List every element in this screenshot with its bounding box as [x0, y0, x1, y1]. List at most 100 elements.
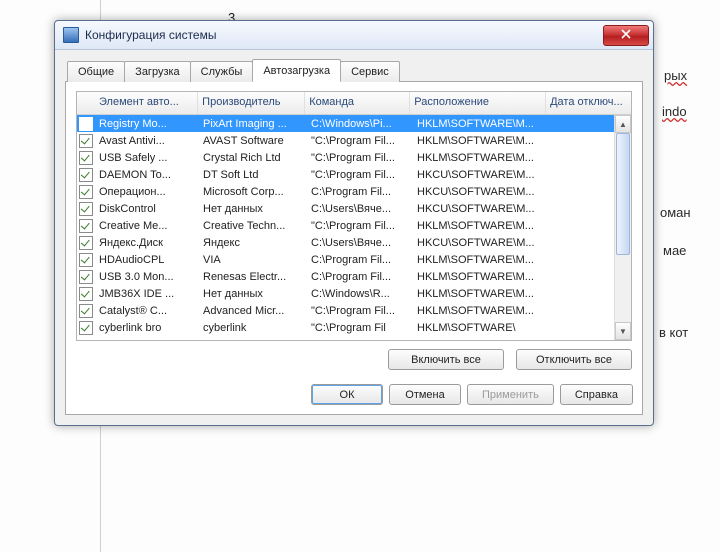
cell-command: C:\Users\Вяче... [307, 203, 413, 215]
col-command[interactable]: Команда [305, 92, 410, 114]
cell-command: "C:\Program Fil... [307, 220, 413, 232]
vertical-scrollbar[interactable]: ▲ ▼ [614, 115, 631, 340]
cell-command: "C:\Program Fil... [307, 305, 413, 317]
help-button[interactable]: Справка [560, 384, 633, 405]
table-row[interactable]: Операцион...Microsoft Corp...C:\Program … [77, 183, 614, 200]
row-checkbox[interactable] [79, 202, 93, 216]
cell-vendor: AVAST Software [199, 135, 307, 147]
cell-location: HKLM\SOFTWARE\M... [413, 135, 551, 147]
cell-element: DiskControl [95, 203, 199, 215]
scroll-thumb[interactable] [616, 133, 630, 255]
cell-location: HKLM\SOFTWARE\M... [413, 118, 551, 130]
table-row[interactable]: cyberlink brocyberlink"C:\Program FilHKL… [77, 319, 614, 336]
cell-command: C:\Windows\Pi... [307, 118, 413, 130]
enable-all-button[interactable]: Включить все [388, 349, 504, 370]
cell-element: USB Safely ... [95, 152, 199, 164]
cell-element: Catalyst® C... [95, 305, 199, 317]
cell-location: HKCU\SOFTWARE\M... [413, 203, 551, 215]
cell-location: HKCU\SOFTWARE\M... [413, 237, 551, 249]
cell-element: Avast Antivi... [95, 135, 199, 147]
col-disabled[interactable]: Дата отключ... [546, 92, 631, 114]
row-checkbox[interactable] [79, 168, 93, 182]
cell-command: C:\Program Fil... [307, 186, 413, 198]
ok-button[interactable]: ОК [311, 384, 383, 405]
cell-location: HKLM\SOFTWARE\M... [413, 254, 551, 266]
bg-text-fragment: мае [663, 243, 686, 258]
cell-element: Registry Mo... [95, 118, 199, 130]
cell-vendor: VIA [199, 254, 307, 266]
cell-command: "C:\Program Fil... [307, 135, 413, 147]
scroll-track[interactable] [615, 133, 631, 322]
row-checkbox[interactable] [79, 253, 93, 267]
row-checkbox[interactable] [79, 321, 93, 335]
cell-location: HKCU\SOFTWARE\M... [413, 186, 551, 198]
close-button[interactable] [603, 25, 649, 46]
col-element[interactable]: Элемент авто... [95, 92, 198, 114]
tab-startup[interactable]: Автозагрузка [252, 59, 341, 82]
table-row[interactable]: HDAudioCPLVIAC:\Program Fil...HKLM\SOFTW… [77, 251, 614, 268]
startup-listview[interactable]: Элемент авто... Производитель Команда Ра… [76, 91, 632, 341]
cancel-button[interactable]: Отмена [389, 384, 461, 405]
table-row[interactable]: Catalyst® C...Advanced Micr..."C:\Progra… [77, 302, 614, 319]
tab-services[interactable]: Службы [190, 61, 254, 82]
table-row[interactable]: Creative Me...Creative Techn..."C:\Progr… [77, 217, 614, 234]
row-checkbox[interactable] [79, 304, 93, 318]
row-checkbox[interactable] [79, 151, 93, 165]
row-checkbox[interactable] [79, 287, 93, 301]
cell-vendor: Advanced Micr... [199, 305, 307, 317]
tab-boot[interactable]: Загрузка [124, 61, 190, 82]
cell-location: HKLM\SOFTWARE\M... [413, 220, 551, 232]
titlebar[interactable]: Конфигурация системы [55, 21, 653, 50]
table-row[interactable]: DAEMON To...DT Soft Ltd"C:\Program Fil..… [77, 166, 614, 183]
bg-text-fragment: indo [662, 104, 687, 119]
row-checkbox[interactable] [79, 219, 93, 233]
startup-panel: Элемент авто... Производитель Команда Ра… [65, 81, 643, 415]
cell-element: Creative Me... [95, 220, 199, 232]
table-row[interactable]: Яндекс.ДискЯндексC:\Users\Вяче...HKCU\SO… [77, 234, 614, 251]
row-checkbox[interactable] [79, 117, 93, 131]
cell-command: C:\Users\Вяче... [307, 237, 413, 249]
cell-vendor: cyberlink [199, 322, 307, 334]
cell-vendor: Нет данных [199, 288, 307, 300]
tab-general[interactable]: Общие [67, 61, 125, 82]
col-vendor[interactable]: Производитель [198, 92, 305, 114]
bg-text-fragment: оман [660, 205, 691, 220]
col-location[interactable]: Расположение [410, 92, 546, 114]
cell-location: HKLM\SOFTWARE\M... [413, 152, 551, 164]
tab-tools[interactable]: Сервис [340, 61, 400, 82]
cell-vendor: Нет данных [199, 203, 307, 215]
row-checkbox[interactable] [79, 134, 93, 148]
scroll-down-button[interactable]: ▼ [615, 322, 631, 340]
apply-button[interactable]: Применить [467, 384, 554, 405]
cell-location: HKCU\SOFTWARE\M... [413, 169, 551, 181]
cell-element: JMB36X IDE ... [95, 288, 199, 300]
listview-header[interactable]: Элемент авто... Производитель Команда Ра… [77, 92, 631, 115]
cell-command: "C:\Program Fil... [307, 169, 413, 181]
table-row[interactable]: USB Safely ...Crystal Rich Ltd"C:\Progra… [77, 149, 614, 166]
cell-vendor: DT Soft Ltd [199, 169, 307, 181]
cell-element: USB 3.0 Mon... [95, 271, 199, 283]
cell-command: C:\Program Fil... [307, 254, 413, 266]
scroll-up-button[interactable]: ▲ [615, 115, 631, 133]
table-row[interactable]: Avast Antivi...AVAST Software"C:\Program… [77, 132, 614, 149]
row-checkbox[interactable] [79, 270, 93, 284]
cell-command: C:\Windows\R... [307, 288, 413, 300]
cell-vendor: PixArt Imaging ... [199, 118, 307, 130]
cell-location: HKLM\SOFTWARE\M... [413, 288, 551, 300]
cell-vendor: Яндекс [199, 237, 307, 249]
cell-location: HKLM\SOFTWARE\M... [413, 305, 551, 317]
row-checkbox[interactable] [79, 185, 93, 199]
cell-element: Операцион... [95, 186, 199, 198]
table-row[interactable]: JMB36X IDE ...Нет данныхC:\Windows\R...H… [77, 285, 614, 302]
listview-rows: Registry Mo...PixArt Imaging ...C:\Windo… [77, 115, 614, 340]
table-row[interactable]: Registry Mo...PixArt Imaging ...C:\Windo… [77, 115, 614, 132]
table-row[interactable]: USB 3.0 Mon...Renesas Electr...C:\Progra… [77, 268, 614, 285]
msconfig-dialog: Конфигурация системы ОбщиеЗагрузкаСлужбы… [54, 20, 654, 426]
row-checkbox[interactable] [79, 236, 93, 250]
bg-text-fragment: в кот [659, 325, 688, 340]
disable-all-button[interactable]: Отключить все [516, 349, 632, 370]
table-row[interactable]: DiskControlНет данныхC:\Users\Вяче...HKC… [77, 200, 614, 217]
cell-vendor: Crystal Rich Ltd [199, 152, 307, 164]
cell-command: "C:\Program Fil [307, 322, 413, 334]
close-icon [621, 29, 631, 42]
